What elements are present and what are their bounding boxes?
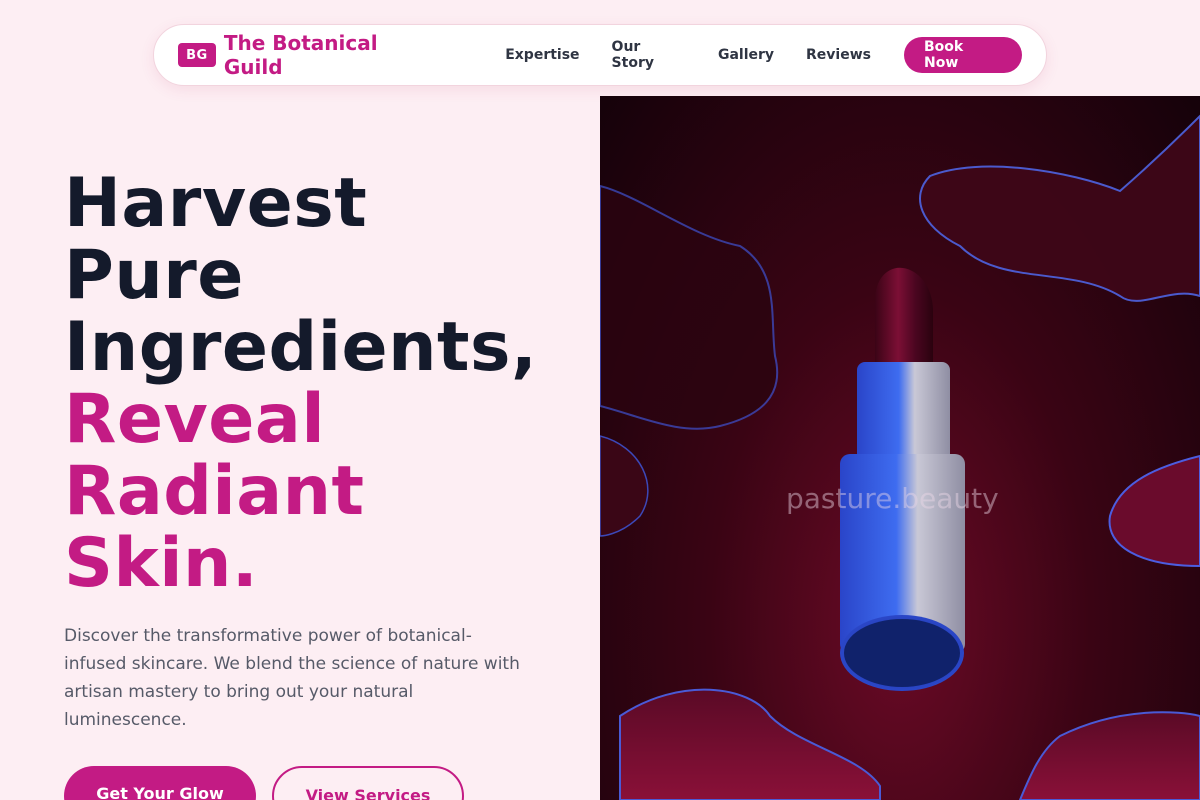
get-your-glow-button[interactable]: Get Your Glow — [64, 766, 256, 800]
top-navbar: BG The Botanical Guild Expertise Our Sto… — [153, 24, 1047, 86]
nav-link-reviews[interactable]: Reviews — [806, 47, 871, 63]
nav-link-our-story[interactable]: Our Story — [612, 39, 686, 71]
image-watermark: pasture.beauty — [786, 482, 999, 515]
brand-name: The Botanical Guild — [223, 31, 378, 79]
hero-title-line: Pure — [64, 236, 244, 315]
book-now-button[interactable]: Book Now — [903, 37, 1022, 73]
page: BG The Botanical Guild Expertise Our Sto… — [0, 0, 1200, 800]
lipstick-icon — [600, 114, 1200, 800]
hero-title-line: Harvest — [64, 164, 368, 243]
brand-logo[interactable]: BG The Botanical Guild — [178, 31, 442, 79]
hero-image: pasture.beauty — [600, 96, 1200, 800]
hero-title-accent-line: Reveal — [64, 380, 326, 459]
hero-title-accent-line: Skin. — [64, 524, 259, 603]
hero-title-line: Ingredients, — [64, 308, 538, 387]
view-services-button[interactable]: View Services — [272, 766, 464, 800]
nav-links: Expertise Our Story Gallery Reviews — [505, 39, 871, 71]
brand-badge: BG — [178, 43, 216, 67]
nav-link-expertise[interactable]: Expertise — [505, 47, 579, 63]
hero-description: Discover the transformative power of bot… — [64, 626, 520, 730]
hero-title: Harvest Pure Ingredients, Reveal Radiant… — [64, 168, 584, 600]
hero-title-accent-line: Radiant — [64, 452, 365, 531]
nav-link-gallery[interactable]: Gallery — [718, 47, 774, 63]
